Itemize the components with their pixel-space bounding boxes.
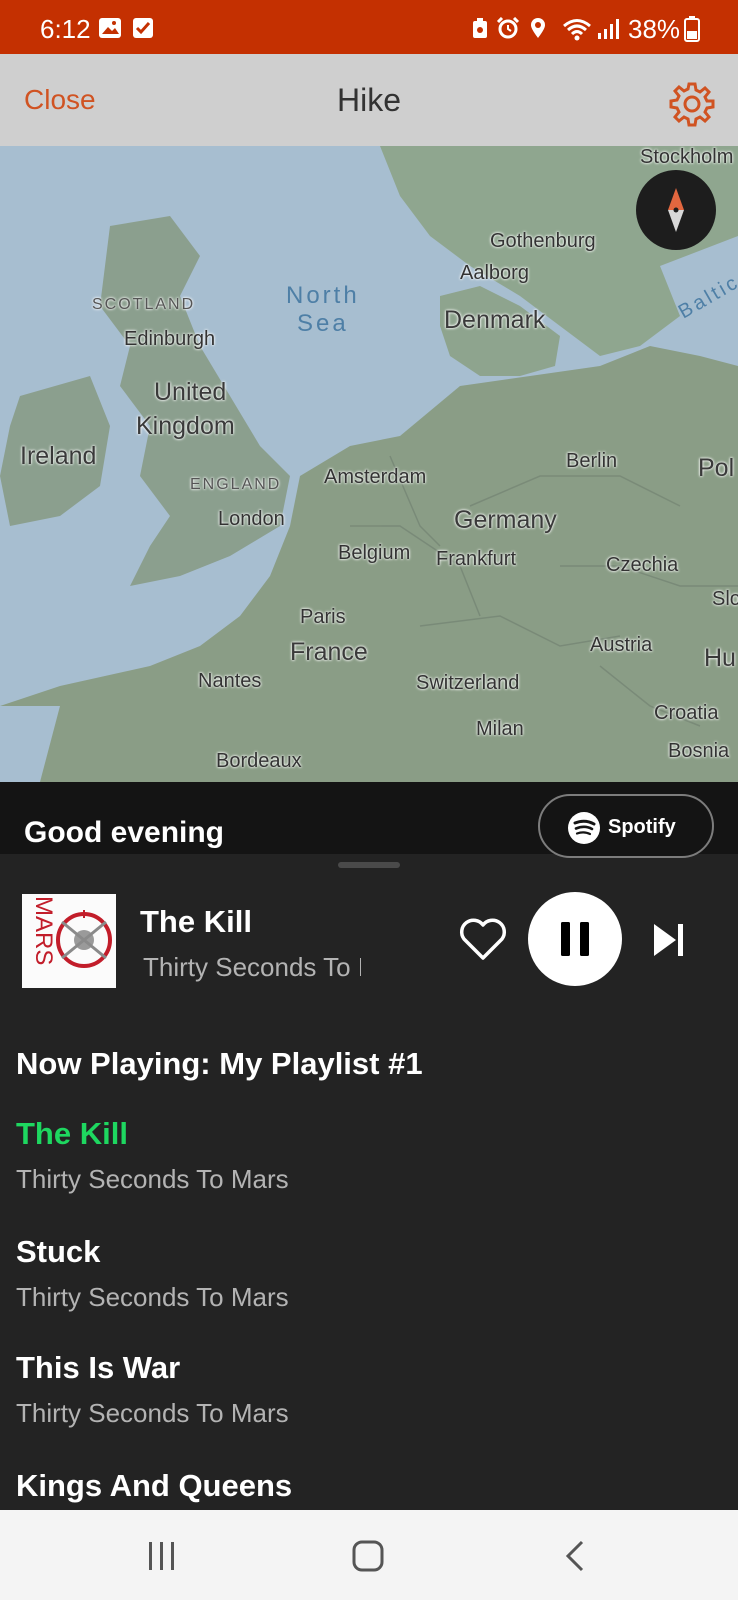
signal-icon [598,19,619,39]
now-playing-title: The Kill [140,904,252,939]
pause-button[interactable] [528,892,622,986]
pause-icon [561,922,589,956]
map-label-paris: Paris [300,606,346,628]
battery-saver-icon [473,18,487,38]
map-label-austria: Austria [590,634,653,656]
map-label-gothenburg: Gothenburg [490,230,596,252]
compass-icon [668,188,684,232]
map-label-milan: Milan [476,718,524,740]
map-label-edinburgh: Edinburgh [124,328,216,350]
now-playing-artist: Thirty Seconds To Mars [143,952,361,982]
map-label-frankfurt: Frankfurt [436,548,517,570]
map-label-uk-line1: United [154,378,227,406]
location-icon [531,18,545,38]
status-bar: 6:12 38% [0,0,738,54]
map-label-bosnia: Bosnia [668,740,730,762]
track-item[interactable]: Stuck Thirty Seconds To Mars [16,1234,289,1313]
map-label-poland: Pol [698,454,735,482]
checkbox-icon [133,18,153,38]
album-art[interactable]: MARS [22,894,116,988]
playlist-header: Now Playing: My Playlist #1 [16,1046,423,1081]
back-icon[interactable] [556,1536,596,1576]
map-label-france: France [290,638,368,666]
spotify-open-button[interactable]: Spotify [538,794,714,858]
greeting-text: Good evening [24,816,225,849]
map-label-scotland: SCOTLAND [92,296,196,313]
drag-handle[interactable] [338,862,400,868]
alarm-icon [496,17,520,39]
map-label-croatia: Croatia [654,702,719,724]
track-artist: Thirty Seconds To Mars [16,1398,289,1428]
map-label-england: ENGLAND [190,476,282,493]
track-artist: Thirty Seconds To Mars [16,1282,289,1312]
compass-button[interactable] [636,170,716,250]
status-time: 6:12 [40,14,91,44]
map-label-ireland: Ireland [20,442,97,470]
track-title: Kings And Queens [16,1468,293,1503]
spotify-logo-icon [568,812,600,844]
skip-next-icon[interactable] [648,920,688,960]
map-view[interactable]: Stockholm Gothenburg Aalborg SCOTLAND Ed… [0,146,738,782]
app-header: Close Hike [0,54,738,146]
album-art-text: MARS [30,896,57,965]
map-label-slovakia: Slo [712,588,738,610]
heart-icon[interactable] [458,916,508,962]
map-label-belgium: Belgium [338,542,411,564]
recent-apps-icon[interactable] [142,1536,182,1576]
home-icon[interactable] [348,1536,388,1576]
track-item[interactable]: The Kill Thirty Seconds To Mars [16,1116,289,1195]
map-label-stockholm: Stockholm [640,146,734,168]
map-label-hungary: Hu [704,644,736,672]
map-label-amsterdam: Amsterdam [324,466,427,488]
track-title: The Kill [16,1116,128,1151]
map-label-berlin: Berlin [566,450,618,472]
page-title: Hike [336,82,401,118]
map-label-czechia: Czechia [606,554,679,576]
now-playing-bar[interactable]: MARS The Kill Thirty Seconds To Mars [0,882,738,988]
map-terrain [0,146,738,782]
map-label-north-sea: North Sea [286,282,360,338]
spotify-panel: Good evening Spotify MARS The Kill Thirt… [0,782,738,1510]
track-item[interactable]: Kings And Queens [16,1468,292,1504]
battery-icon [684,16,700,42]
map-label-germany: Germany [454,506,557,534]
track-title: Stuck [16,1234,101,1269]
battery-percentage: 38% [628,14,681,44]
map-label-denmark: Denmark [444,306,546,334]
map-label-aalborg: Aalborg [460,262,529,284]
map-label-london: London [218,508,285,530]
map-label-switzerland: Switzerland [416,672,520,694]
track-artist: Thirty Seconds To Mars [16,1164,289,1194]
spotify-brand-label: Spotify [608,816,676,838]
map-label-uk-line2: Kingdom [136,412,235,440]
gallery-icon [99,18,121,38]
track-title: This Is War [16,1350,181,1385]
album-art-image: MARS [22,894,116,988]
map-label-north-sea-line1: North [286,282,360,309]
map-label-nantes: Nantes [198,670,262,692]
system-nav-bar [0,1510,738,1600]
gear-icon[interactable] [668,80,716,128]
track-item[interactable]: This Is War Thirty Seconds To Mars [16,1350,289,1429]
wifi-icon [563,19,591,41]
map-label-north-sea-line2: Sea [296,310,349,337]
map-label-bordeaux: Bordeaux [216,750,302,772]
